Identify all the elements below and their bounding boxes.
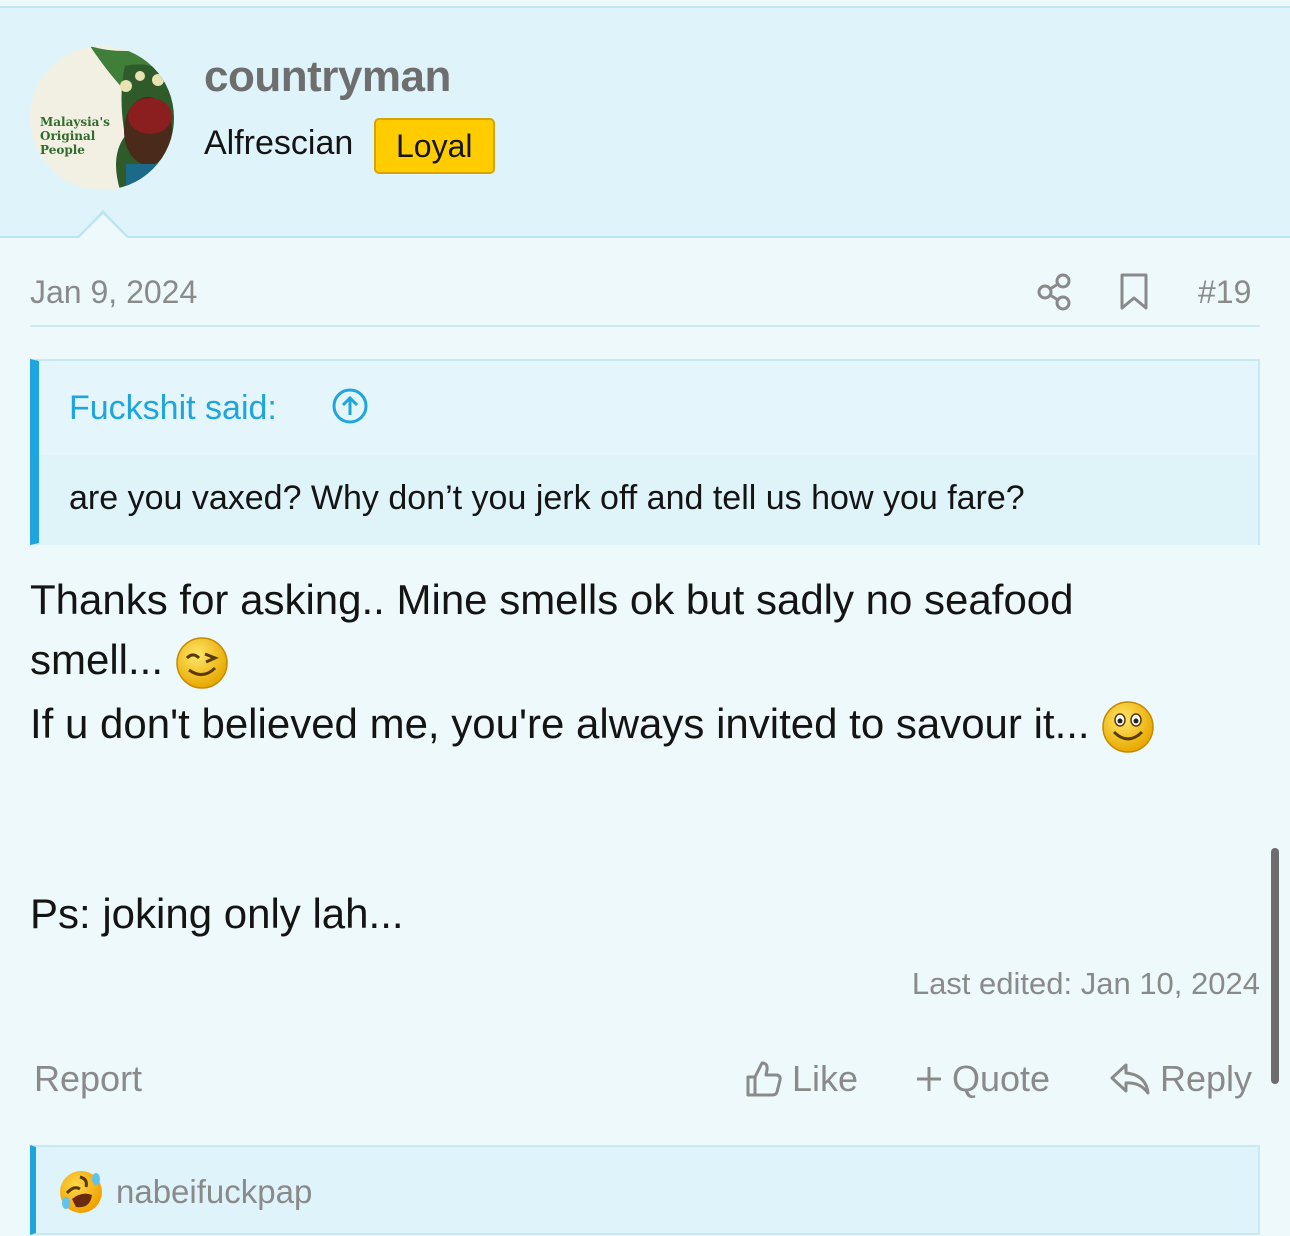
- username[interactable]: countryman: [204, 52, 451, 102]
- rofl-emoji-icon: [60, 1171, 102, 1213]
- last-edited: Last edited: Jan 10, 2024: [911, 966, 1260, 1001]
- post-body-line: Thanks for asking.. Mine smells ok but s…: [30, 576, 1074, 623]
- reply-icon: [1110, 1063, 1150, 1095]
- arrow-up-circle-icon[interactable]: [331, 387, 369, 425]
- thumbs-up-icon: [746, 1061, 782, 1097]
- plus-icon: [917, 1067, 941, 1091]
- user-title: Alfrescian: [204, 124, 354, 162]
- like-label: Like: [792, 1058, 859, 1099]
- user-badge: Loyal: [374, 118, 495, 174]
- post-author-header: Malaysia's Original People countryman Al…: [0, 8, 1290, 238]
- reply-label: Reply: [1160, 1058, 1253, 1099]
- post-body-text: smell...: [30, 636, 164, 684]
- scrollbar[interactable]: [1271, 848, 1279, 1084]
- divider: [30, 325, 1260, 327]
- quote-button[interactable]: Quote: [914, 1058, 1050, 1100]
- quote-text: are you vaxed? Why don’t you jerk off an…: [69, 479, 1025, 517]
- avatar[interactable]: Malaysia's Original People: [30, 46, 174, 190]
- post-body-line-with-emoji: smell...: [30, 636, 229, 690]
- reactions-bar: nabeifuckpap: [30, 1145, 1260, 1235]
- reaction-user-link[interactable]: nabeifuckpap: [116, 1173, 312, 1211]
- post-body-line: Ps: joking only lah...: [30, 890, 404, 937]
- quote-author[interactable]: Fuckshit said:: [69, 389, 277, 428]
- smile-emoji-icon: [1102, 701, 1154, 753]
- post-body-text: If u don't believed me, you're always in…: [30, 700, 1090, 748]
- share-icon[interactable]: [1036, 272, 1072, 312]
- bookmark-icon[interactable]: [1118, 272, 1150, 312]
- wink-emoji-icon: [175, 637, 228, 689]
- report-button[interactable]: Report: [34, 1058, 142, 1100]
- reply-button[interactable]: Reply: [1108, 1058, 1252, 1100]
- avatar-text-1: Malaysia's: [40, 115, 110, 129]
- post-number[interactable]: #19: [1198, 274, 1251, 311]
- avatar-text-2: Original: [40, 129, 96, 143]
- post-body-line-with-emoji: If u don't believed me, you're always in…: [30, 700, 1155, 754]
- like-button[interactable]: Like: [744, 1058, 858, 1100]
- quote-block: Fuckshit said: are you vaxed? Why don’t …: [30, 359, 1260, 545]
- quote-label: Quote: [952, 1058, 1051, 1099]
- post-date[interactable]: Jan 9, 2024: [30, 274, 197, 311]
- avatar-text-3: People: [40, 143, 85, 157]
